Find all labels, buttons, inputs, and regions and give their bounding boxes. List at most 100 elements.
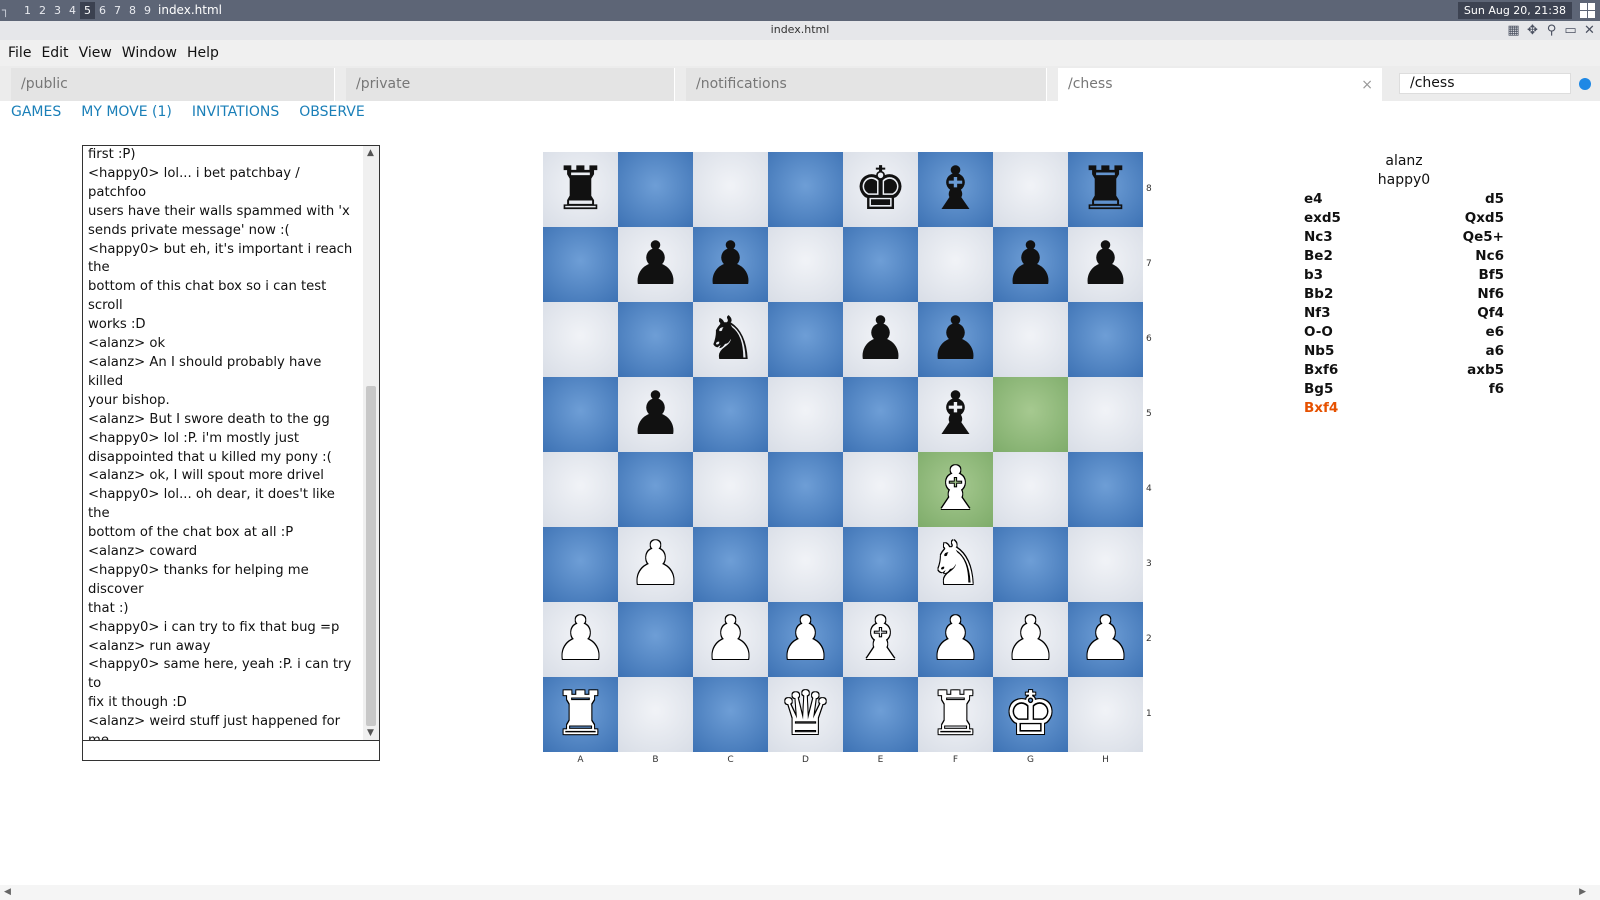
page-horizontal-scrollbar[interactable]: ◀ ▶ — [0, 885, 1600, 900]
black-move[interactable]: Bf5 — [1478, 266, 1504, 285]
square-e3[interactable] — [843, 527, 918, 602]
square-e1[interactable] — [843, 677, 918, 752]
black-move[interactable]: a6 — [1485, 342, 1504, 361]
white-pawn-icon[interactable]: ♟ — [768, 602, 843, 677]
black-pawn-icon[interactable]: ♟ — [993, 227, 1068, 302]
black-knight-icon[interactable]: ♞ — [693, 302, 768, 377]
square-e5[interactable] — [843, 377, 918, 452]
square-c3[interactable] — [693, 527, 768, 602]
menu-window[interactable]: Window — [122, 45, 177, 61]
square-g8[interactable] — [993, 152, 1068, 227]
white-pawn-icon[interactable]: ♟ — [618, 527, 693, 602]
square-g3[interactable] — [993, 527, 1068, 602]
workspace-4[interactable]: 4 — [65, 2, 80, 19]
square-e4[interactable] — [843, 452, 918, 527]
square-c1[interactable] — [693, 677, 768, 752]
scroll-right-icon[interactable]: ▶ — [1579, 887, 1586, 897]
black-move[interactable]: Nc6 — [1475, 247, 1504, 266]
close-icon[interactable]: ✕ — [1581, 22, 1598, 39]
workspace-3[interactable]: 3 — [50, 2, 65, 19]
square-c5[interactable] — [693, 377, 768, 452]
workspace-7[interactable]: 7 — [110, 2, 125, 19]
invitations-link[interactable]: INVITATIONS — [192, 104, 279, 120]
white-pawn-icon[interactable]: ♟ — [993, 602, 1068, 677]
white-rook-icon[interactable]: ♜ — [918, 677, 993, 752]
pin-icon[interactable]: ⚲ — [1543, 22, 1560, 39]
square-f7[interactable] — [918, 227, 993, 302]
square-h3[interactable] — [1068, 527, 1143, 602]
menu-view[interactable]: View — [79, 45, 112, 61]
tab-private[interactable]: /private — [346, 68, 675, 101]
observe-link[interactable]: OBSERVE — [299, 104, 365, 120]
menu-edit[interactable]: Edit — [41, 45, 68, 61]
black-rook-icon[interactable]: ♜ — [1068, 152, 1143, 227]
white-knight-icon[interactable]: ♞ — [918, 527, 993, 602]
black-move[interactable]: d5 — [1485, 190, 1504, 209]
white-move[interactable]: Nb5 — [1304, 342, 1334, 361]
black-move[interactable]: e6 — [1485, 323, 1504, 342]
black-pawn-icon[interactable]: ♟ — [843, 302, 918, 377]
move-icon[interactable]: ✥ — [1524, 22, 1541, 39]
page-vertical-scrollbar[interactable] — [1584, 101, 1600, 885]
chat-scrollbar[interactable]: ▲ ▼ — [363, 146, 379, 740]
tab-public[interactable]: /public — [11, 68, 335, 101]
tab-chess[interactable]: /chess × — [1058, 68, 1382, 101]
black-move[interactable]: Qf4 — [1477, 304, 1504, 323]
white-bishop-icon[interactable]: ♝ — [843, 602, 918, 677]
games-link[interactable]: GAMES — [11, 104, 61, 120]
square-d6[interactable] — [768, 302, 843, 377]
workspace-8[interactable]: 8 — [125, 2, 140, 19]
scroll-down-icon[interactable]: ▼ — [367, 728, 374, 738]
white-pawn-icon[interactable]: ♟ — [543, 602, 618, 677]
square-b2[interactable] — [618, 602, 693, 677]
square-a5[interactable] — [543, 377, 618, 452]
white-move[interactable]: e4 — [1304, 190, 1323, 209]
black-move[interactable]: Qxd5 — [1465, 209, 1504, 228]
white-move[interactable]: Bg5 — [1304, 380, 1333, 399]
square-e7[interactable] — [843, 227, 918, 302]
white-rook-icon[interactable]: ♜ — [543, 677, 618, 752]
square-h6[interactable] — [1068, 302, 1143, 377]
black-pawn-icon[interactable]: ♟ — [618, 377, 693, 452]
square-a7[interactable] — [543, 227, 618, 302]
workspace-6[interactable]: 6 — [95, 2, 110, 19]
white-move[interactable]: Be2 — [1304, 247, 1333, 266]
scroll-left-icon[interactable]: ◀ — [4, 887, 11, 897]
white-bishop-icon[interactable]: ♝ — [918, 452, 993, 527]
minimize-icon[interactable]: ▭ — [1562, 22, 1579, 39]
square-h5[interactable] — [1068, 377, 1143, 452]
black-pawn-icon[interactable]: ♟ — [693, 227, 768, 302]
square-c4[interactable] — [693, 452, 768, 527]
square-g4[interactable] — [993, 452, 1068, 527]
square-b1[interactable] — [618, 677, 693, 752]
app-grid-icon[interactable] — [1579, 2, 1596, 19]
white-move[interactable]: Bxf6 — [1304, 361, 1338, 380]
scroll-up-icon[interactable]: ▲ — [367, 148, 374, 158]
square-d8[interactable] — [768, 152, 843, 227]
square-h4[interactable] — [1068, 452, 1143, 527]
white-move[interactable]: Nc3 — [1304, 228, 1333, 247]
white-pawn-icon[interactable]: ♟ — [918, 602, 993, 677]
square-c8[interactable] — [693, 152, 768, 227]
square-b4[interactable] — [618, 452, 693, 527]
workspace-5[interactable]: 5 — [80, 2, 95, 19]
workspace-1[interactable]: 1 — [20, 2, 35, 19]
black-king-icon[interactable]: ♚ — [843, 152, 918, 227]
chat-scroll-thumb[interactable] — [366, 386, 376, 726]
black-bishop-icon[interactable]: ♝ — [918, 152, 993, 227]
workspace-2[interactable]: 2 — [35, 2, 50, 19]
chat-input[interactable] — [82, 741, 380, 761]
square-g6[interactable] — [993, 302, 1068, 377]
white-king-icon[interactable]: ♚ — [993, 677, 1068, 752]
square-b6[interactable] — [618, 302, 693, 377]
black-move[interactable]: Nf6 — [1477, 285, 1504, 304]
square-b8[interactable] — [618, 152, 693, 227]
square-h1[interactable] — [1068, 677, 1143, 752]
black-move[interactable]: axb5 — [1467, 361, 1504, 380]
square-d4[interactable] — [768, 452, 843, 527]
square-d7[interactable] — [768, 227, 843, 302]
white-pawn-icon[interactable]: ♟ — [693, 602, 768, 677]
square-g5[interactable] — [993, 377, 1068, 452]
square-a6[interactable] — [543, 302, 618, 377]
workspace-9[interactable]: 9 — [140, 2, 155, 19]
